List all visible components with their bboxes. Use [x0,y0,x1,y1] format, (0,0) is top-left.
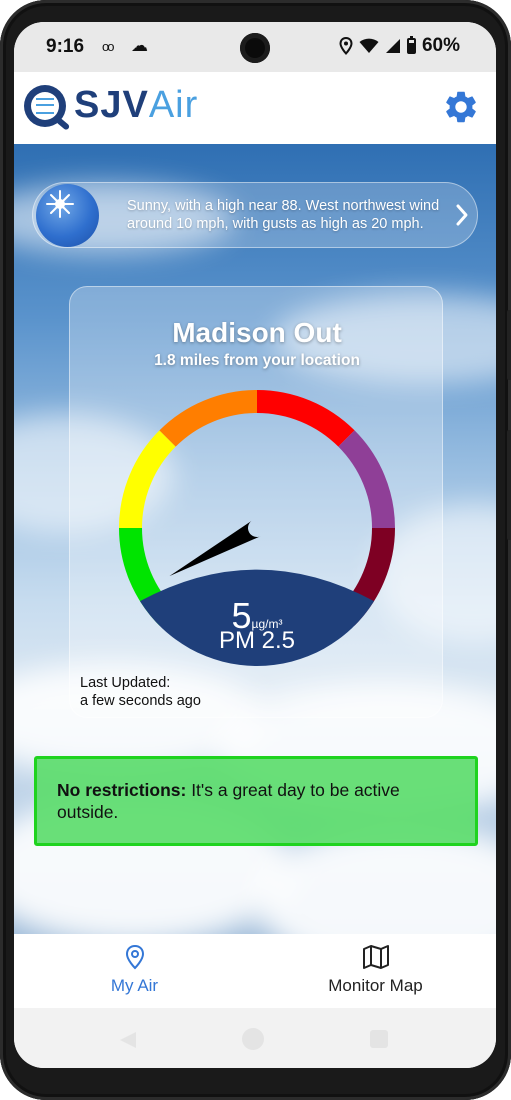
nav-monitor-map[interactable]: Monitor Map [255,944,496,996]
phone-frame: 9:16 oo ☁ 60% SJVAir Sunny, with a high … [0,0,511,1100]
power-button [507,430,511,540]
status-bar: 9:16 oo ☁ 60% [14,22,496,72]
reading-parameter: PM 2.5 [218,627,296,654]
wifi-icon [359,38,379,53]
back-icon[interactable] [118,1030,138,1050]
gauge-segment-2 [119,430,176,528]
cloud-icon: ☁ [131,36,148,55]
monitor-card[interactable]: Madison Out 1.8 miles from your location… [69,286,443,718]
app-header: SJVAir [14,72,496,144]
banner-title: No restrictions: [57,780,187,800]
cell-signal-icon [385,39,400,53]
nav-my-air[interactable]: My Air [14,944,255,996]
gauge-needle [169,520,262,577]
gear-icon[interactable] [442,88,480,126]
location-icon [339,37,353,55]
gauge-segment-3 [159,390,257,447]
volume-button [507,310,511,380]
last-updated-label: Last Updated: [80,675,171,691]
screen: 9:16 oo ☁ 60% SJVAir Sunny, with a high … [14,22,496,1068]
nav-monitor-map-label: Monitor Map [328,976,423,995]
gauge-segment-4 [257,390,355,447]
gauge-segment-5 [338,430,395,528]
sun-icon [36,184,99,247]
front-camera [240,33,270,63]
logo-text-sjv: SJV [74,84,149,126]
status-icons: 60% [339,35,460,57]
chevron-right-icon[interactable] [455,203,469,227]
battery-percent: 60% [421,35,460,56]
forecast-text: Sunny, with a high near 88. West northwe… [127,198,440,232]
voicemail-icon: oo [102,39,115,54]
recents-icon[interactable] [370,1030,388,1048]
restrictions-banner: No restrictions: It's a great day to be … [34,756,478,846]
forecast-card[interactable]: Sunny, with a high near 88. West northwe… [32,182,478,248]
logo-magnifier-icon [24,84,66,127]
logo-text: SJVAir [74,84,198,127]
nav-my-air-label: My Air [110,976,159,995]
sjvair-logo: SJVAir [24,84,198,127]
map-icon [362,945,389,969]
system-nav-bar [14,1008,496,1068]
battery-icon [406,36,416,54]
bottom-nav: My Air Monitor Map [14,934,496,1008]
last-updated-value: a few seconds ago [80,693,201,709]
location-pin-icon [125,944,144,970]
logo-text-air: Air [148,84,199,126]
home-icon[interactable] [242,1028,264,1050]
status-time: 9:16 [46,36,85,57]
